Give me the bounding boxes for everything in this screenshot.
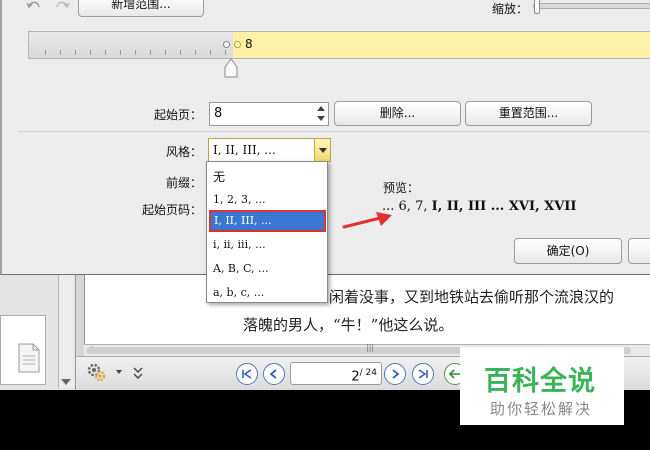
next-page-button[interactable] [384,363,406,385]
watermark-title: 百科全说 [484,366,596,397]
reset-range-button[interactable]: 重置范围... [465,101,592,126]
chevron-down-icon[interactable] [317,116,325,121]
delete-button[interactable]: 删除... [334,101,461,126]
style-dropdown-list: 无 1, 2, 3, ... I, II, III, ... i, ii, ii… [206,161,328,303]
first-page-icon [242,369,252,379]
ruler-tick [105,50,106,55]
range-selected-segment[interactable] [233,32,650,58]
stepper-arrows[interactable] [314,103,328,125]
ruler-tick [75,50,76,55]
thumbnail-panel [0,270,76,390]
last-page-button[interactable] [412,363,434,385]
document-icon [18,343,40,373]
ruler-tick [195,50,196,55]
zoom-slider[interactable] [533,0,650,14]
chevron-up-icon[interactable] [317,106,325,111]
style-selected-value: I, II, III, ... [213,143,276,157]
page-number-input[interactable]: 2/ 24 [290,362,382,385]
preview-bold: I, II, III ... XVI, XVII [431,199,577,214]
current-page-number: 2 [351,369,360,385]
start-number-label: 起始页码： [141,203,202,217]
range-drag-handle-icon[interactable] [224,58,238,78]
zoom-slider-handle[interactable] [534,0,540,14]
ruler-tick [210,50,211,55]
range-start-marker[interactable] [234,41,241,48]
style-option-lower-alpha[interactable]: a, b, c, ... [213,286,264,299]
ruler-tick [45,50,46,55]
ok-button[interactable]: 确定(O) [514,238,622,264]
double-chevron-down-icon[interactable] [132,365,144,381]
ruler-tick [60,50,61,55]
cancel-button[interactable] [628,238,650,264]
prefix-label: 前缀： [165,176,202,190]
undo-icon[interactable] [26,0,42,12]
document-page: 闲着没事，又到地铁站去偷听那个流浪汉的 落魄的男人，“牛！”他这么说。 …………… [84,270,650,346]
page-range-ruler[interactable]: 8 [28,31,650,59]
chevron-down-icon [319,148,327,153]
divider [18,131,650,132]
previous-page-button[interactable] [263,363,285,385]
chevron-right-icon [392,369,400,379]
scroll-down-arrow-icon[interactable] [61,379,71,385]
chevron-left-icon [269,369,277,379]
last-page-icon [418,369,428,379]
style-select[interactable]: I, II, III, ... [208,138,331,162]
start-page-label: 起始页： [153,108,202,122]
range-start-label: 8 [245,37,253,51]
style-option-label: I, II, III, ... [214,214,272,227]
gear-icon[interactable] [86,362,106,382]
total-pages: / 24 [359,368,377,378]
chevron-down-icon[interactable] [116,370,122,374]
ruler-tick [135,50,136,55]
document-text-line: …………………………………… [285,336,495,344]
thumbnail-scrollbar[interactable] [58,270,74,388]
add-range-button[interactable]: 新增范围... [78,0,204,17]
style-option-upper-roman[interactable]: I, II, III, ... [209,210,326,232]
range-boundary-marker[interactable] [223,41,230,48]
scroll-grip-icon: ||| [366,343,375,352]
first-page-button[interactable] [236,363,258,385]
ruler-tick [225,50,226,55]
style-option-arabic[interactable]: 1, 2, 3, ... [213,193,265,206]
ruler-tick [150,50,151,55]
zoom-label: 缩放： [492,2,529,16]
style-dropdown-button[interactable] [314,139,330,161]
style-label: 风格： [165,145,202,159]
watermark-subtitle: 助你轻松解决 [490,400,593,418]
zoom-track[interactable] [533,3,650,9]
ruler-tick [165,50,166,55]
start-page-stepper[interactable]: 8 [209,102,329,126]
redo-icon[interactable] [54,0,70,12]
document-text-line: 闲着没事，又到地铁站去偷听那个流浪汉的 [329,288,615,306]
preview-text: ... 6, 7, I, II, III ... XVI, XVII [382,199,576,214]
annotation-arrow-icon [342,212,392,229]
ruler-tick [180,50,181,55]
ruler-tick [120,50,121,55]
watermark-logo: 百科全说 助你轻松解决 [460,347,624,425]
style-option-lower-roman[interactable]: i, ii, iii, ... [213,238,266,251]
preview-label: 预览： [383,181,420,195]
dialog-toolbar: 新增范围... 缩放： [2,0,650,22]
ruler-tick [90,50,91,55]
style-option-upper-alpha[interactable]: A, B, C, ... [213,262,269,275]
start-page-value: 8 [214,106,223,121]
style-option-none[interactable]: 无 [213,168,225,185]
document-text-line: 落魄的男人，“牛！”他这么说。 [243,316,454,334]
